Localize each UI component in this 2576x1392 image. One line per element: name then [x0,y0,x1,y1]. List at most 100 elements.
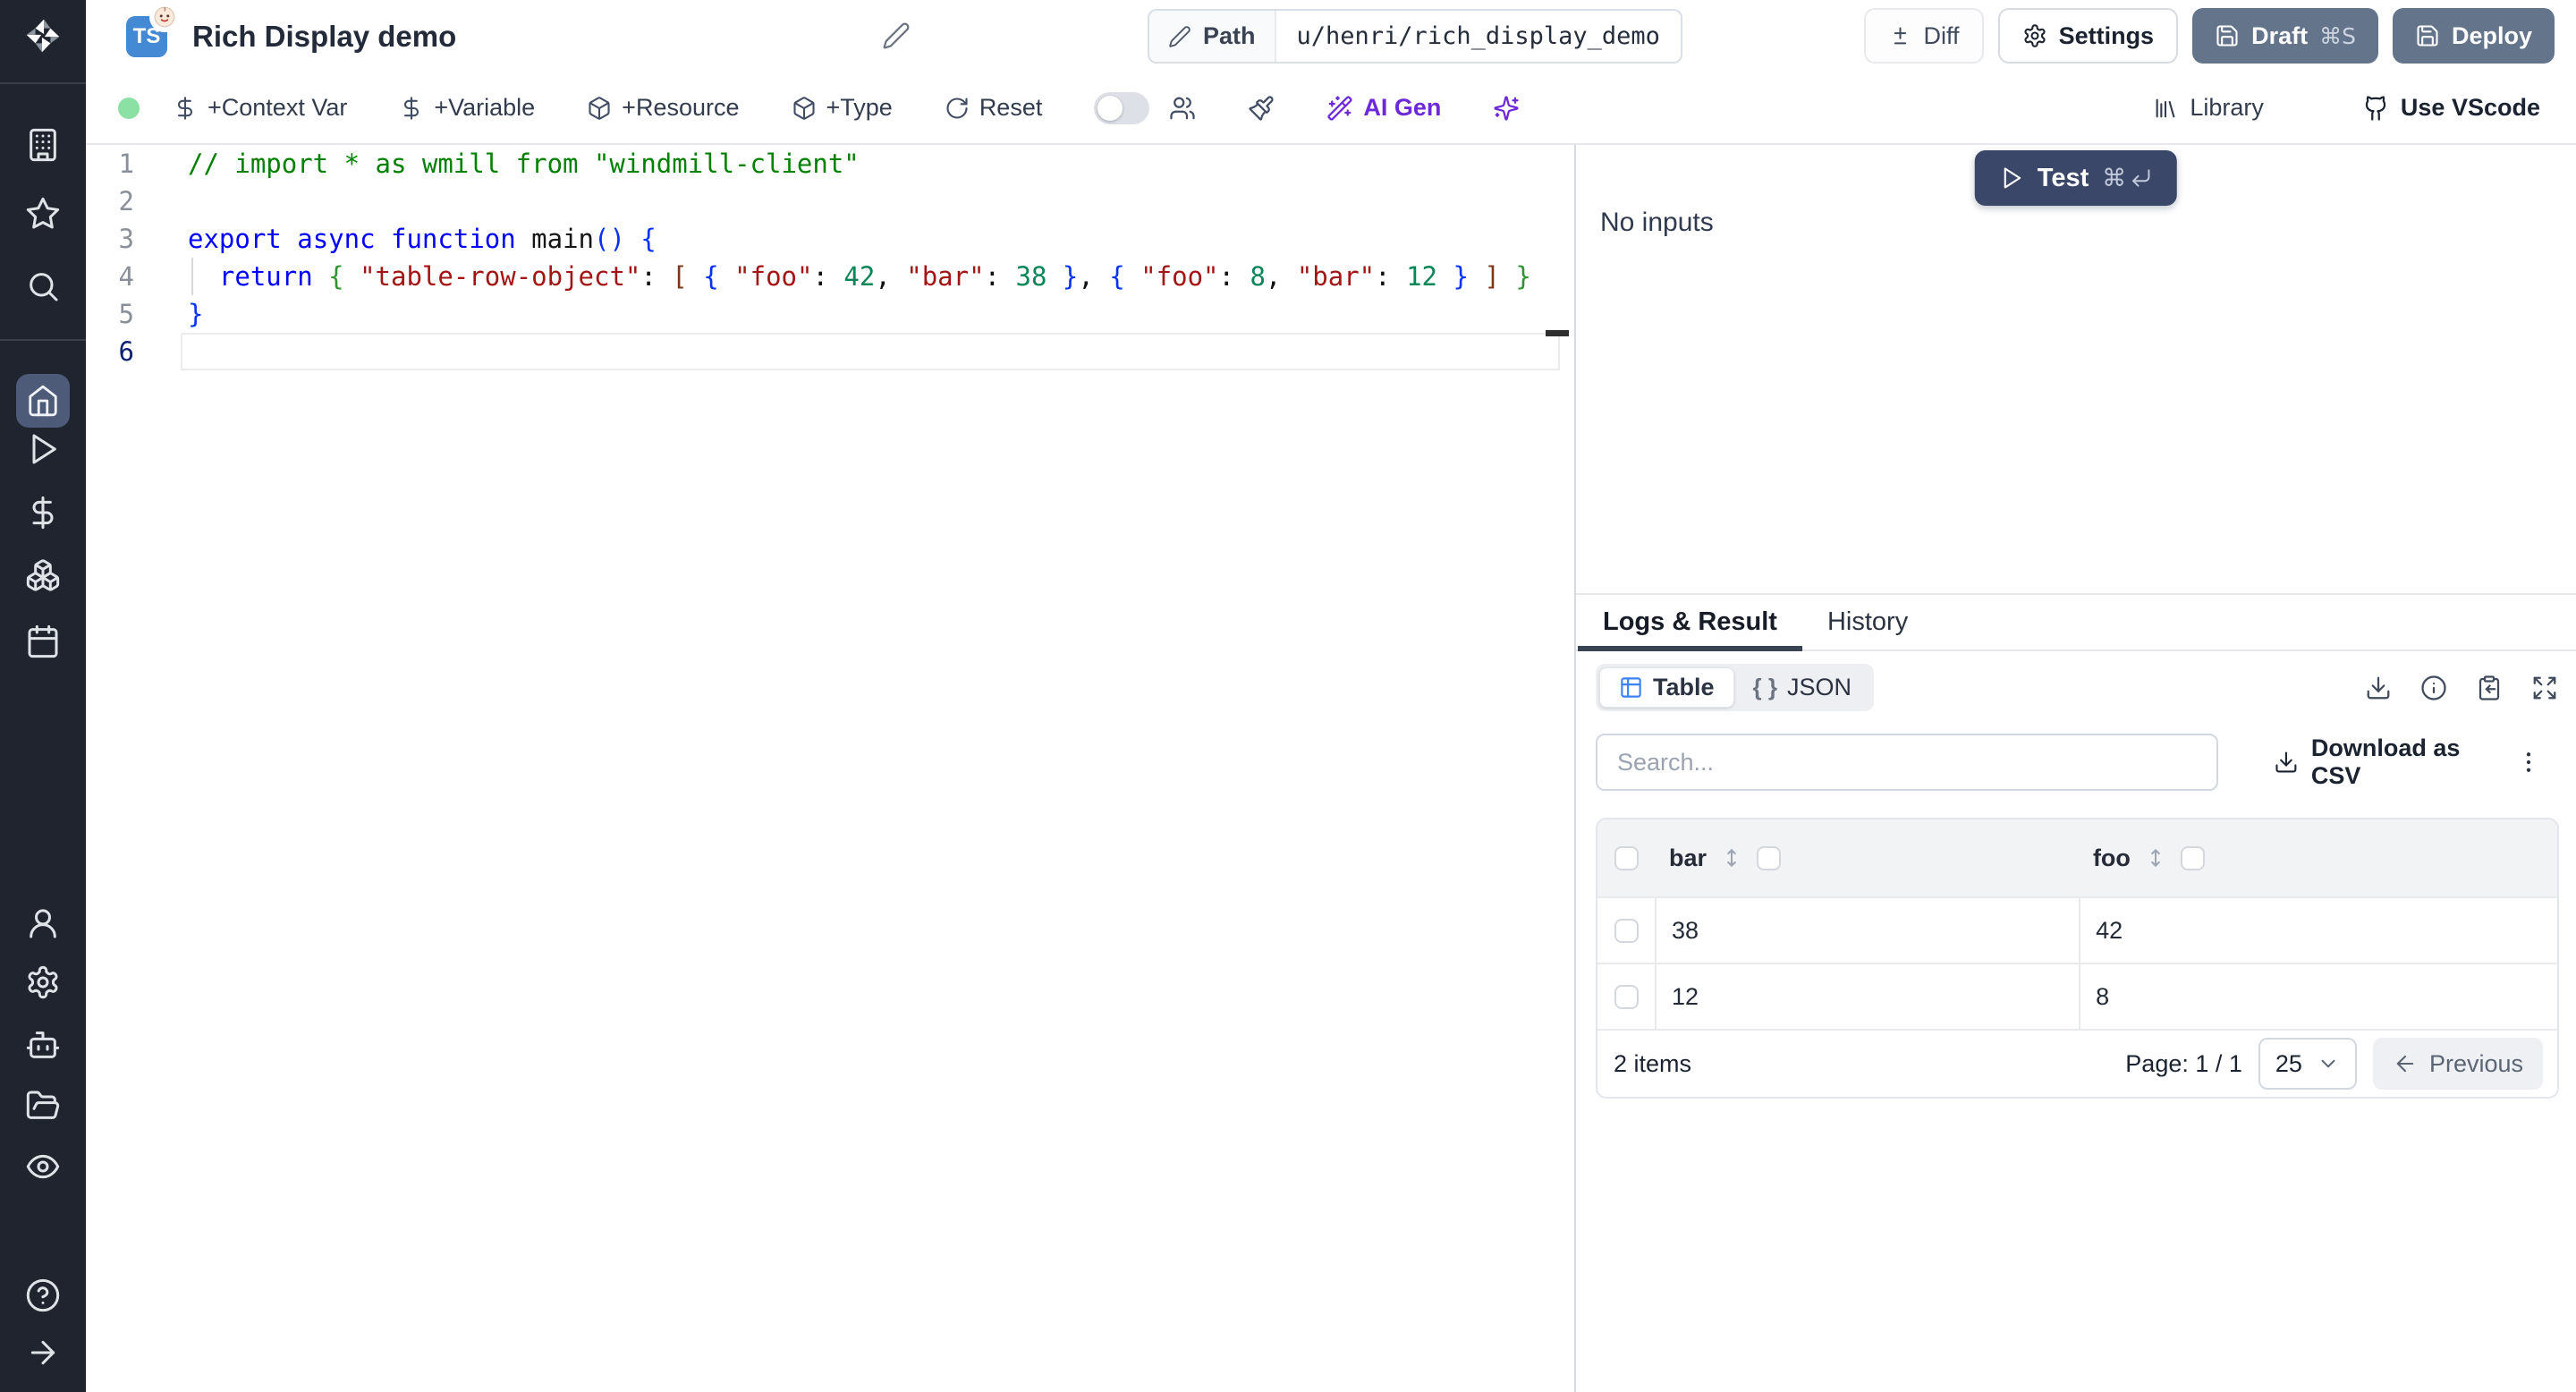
format-paintbrush-icon[interactable] [1248,95,1275,122]
column-header-foo[interactable]: foo [2079,845,2557,872]
sidebar-item-home[interactable] [16,374,70,428]
row-checkbox[interactable] [1614,918,1639,943]
settings-button[interactable]: Settings [1997,8,2179,64]
diff-icon [1894,26,1906,44]
sort-icon[interactable] [2144,846,2167,870]
expand-icon[interactable] [2531,675,2558,701]
path-label-segment[interactable]: Path [1149,11,1276,62]
add-context-var-label: +Context Var [208,94,348,121]
view-toggle: Table { } JSON [1596,664,1874,711]
deploy-label: Deploy [2451,21,2532,49]
ai-gen-button[interactable]: AI Gen [1326,94,1441,122]
line-number: 3 [118,224,134,254]
robot-icon[interactable] [25,1027,61,1063]
user-icon[interactable] [25,905,61,941]
edit-title-pencil-icon[interactable] [882,21,911,50]
view-toggle-json-label: JSON [1786,674,1852,700]
use-vscode-button[interactable]: Use VScode [2362,94,2540,122]
more-options-kebab-icon[interactable] [2515,749,2542,776]
collapse-arrow-icon[interactable] [25,1335,61,1371]
code-line[interactable]: // import * as wmill from "windmill-clie… [188,145,1574,182]
test-label: Test [2037,163,2089,192]
row-checkbox[interactable] [1614,984,1639,1009]
runs-play-icon[interactable] [25,431,61,467]
result-tabs: Logs & Result History [1576,595,2576,651]
save-icon [2417,25,2438,47]
no-inputs-text: No inputs [1600,208,1714,237]
resources-boxes-icon[interactable] [25,557,61,593]
search-input[interactable] [1596,734,2219,791]
code-line[interactable]: } [188,295,1574,333]
result-table-header: bar foo [1597,819,2557,896]
download-csv-button[interactable]: Download as CSV [2274,734,2515,790]
code-line[interactable] [181,333,1574,370]
settings-gear-icon[interactable] [25,964,61,1000]
typescript-badge: TS [126,3,178,57]
tab-history[interactable]: History [1802,595,1933,649]
right-panel: Test ⌘ No inputs Logs & Result History T… [1576,145,2576,1392]
library-button[interactable]: Library [2153,94,2264,122]
column-header-bar[interactable]: bar [1655,845,2079,872]
users-icon[interactable] [1169,95,1196,122]
logs-result-section: Logs & Result History Table {} JSON Sea… [1576,593,2576,1392]
dollar-icon [404,96,419,120]
assistant-toggle[interactable] [1094,91,1150,124]
package-icon [792,96,815,120]
draft-button[interactable]: Draft ⌘S [2192,8,2378,64]
workspace-building-icon[interactable] [25,127,61,163]
help-circle-icon[interactable] [25,1277,61,1313]
table-row[interactable]: 12 8 [1597,963,2557,1029]
download-icon [2275,751,2297,773]
use-vscode-label: Use VScode [2400,94,2540,121]
tab-logs-result[interactable]: Logs & Result [1578,595,1802,651]
code-line[interactable] [188,182,1574,220]
eye-icon[interactable] [25,1149,61,1184]
column-label: bar [1669,844,1707,871]
download-icon[interactable] [2365,675,2392,701]
search-icon[interactable] [25,268,61,304]
windmill-logo-icon[interactable] [23,16,63,55]
select-all-checkbox[interactable] [1614,845,1639,870]
clipboard-copy-icon[interactable] [2476,675,2503,701]
page-size-select[interactable]: 25 [2258,1038,2357,1090]
add-resource-button[interactable]: +Resource [587,94,740,122]
code-editor[interactable]: 1 2 3 4 5 6 // import * as wmill from "windmi… [86,145,1576,1392]
sparkles-icon[interactable] [1493,95,1520,122]
variables-dollar-icon[interactable] [25,495,61,530]
code-lines[interactable]: // import * as wmill from "windmill-clie… [181,145,1574,370]
line-number: 5 [118,299,134,329]
page-size-value: 25 [2275,1049,2302,1077]
page-info: Page: 1 / 1 [2125,1049,2242,1077]
save-icon [2216,25,2238,47]
diff-button[interactable]: Diff [1863,8,1984,64]
folder-open-icon[interactable] [25,1088,61,1124]
code-line[interactable]: return { "table-row-object": [ { "foo": … [188,258,1574,295]
path-widget[interactable]: Path u/henri/rich_display_demo [1148,9,1682,64]
arrow-left-icon [2396,1055,2414,1073]
path-value[interactable]: u/henri/rich_display_demo [1276,11,1681,62]
page-title: Rich Display demo [192,19,457,53]
schedules-calendar-icon[interactable] [25,624,61,659]
column-checkbox[interactable] [2180,845,2205,870]
test-button[interactable]: Test ⌘ [1974,150,2178,206]
reset-button[interactable]: Reset [945,94,1042,122]
favorites-star-icon[interactable] [25,196,61,232]
view-toggle-table[interactable]: Table [1599,667,1734,708]
add-type-button[interactable]: +Type [792,94,893,122]
table-row[interactable]: 38 42 [1597,896,2557,963]
home-icon [29,385,57,417]
add-variable-button[interactable]: +Variable [399,94,535,122]
info-icon[interactable] [2420,675,2447,701]
column-checkbox[interactable] [1757,845,1782,870]
rotate-icon [946,97,968,119]
download-csv-label: Download as CSV [2310,734,2461,789]
code-line[interactable]: export async function main() { [188,220,1574,258]
view-toggle-json[interactable]: { } JSON [1734,667,1870,708]
item-count: 2 items [1614,1049,1692,1077]
deploy-button[interactable]: Deploy [2392,8,2555,64]
add-context-var-button[interactable]: +Context Var [173,94,347,122]
sort-icon[interactable] [1720,846,1743,870]
result-table-body: 38 42 12 8 [1597,896,2557,1029]
previous-page-button[interactable]: Previous [2372,1038,2543,1090]
run-section: Test ⌘ No inputs [1576,145,2576,593]
